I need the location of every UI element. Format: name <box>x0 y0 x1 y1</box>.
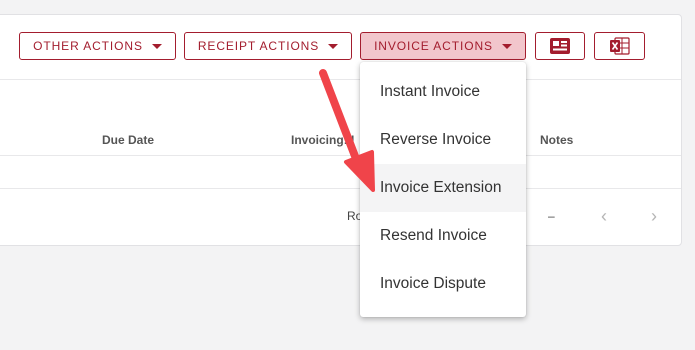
next-page-icon[interactable]: › <box>651 206 657 227</box>
menu-item-invoice-extension[interactable]: Invoice Extension <box>360 164 526 212</box>
invoice-actions-menu: Instant Invoice Reverse Invoice Invoice … <box>360 62 526 317</box>
column-header-due-date[interactable]: Due Date <box>102 133 154 147</box>
excel-export-button[interactable] <box>594 32 645 60</box>
invoice-actions-label: INVOICE ACTIONS <box>374 39 493 53</box>
page: OTHER ACTIONS RECEIPT ACTIONS INVOICE AC… <box>0 0 695 350</box>
card-view-icon <box>550 38 570 54</box>
toolbar-divider <box>0 79 681 80</box>
other-actions-button[interactable]: OTHER ACTIONS <box>19 32 176 60</box>
header-divider <box>0 155 681 156</box>
menu-item-reverse-invoice[interactable]: Reverse Invoice <box>360 116 526 164</box>
receipt-actions-label: RECEIPT ACTIONS <box>197 39 320 53</box>
caret-down-icon <box>501 44 512 49</box>
invoice-actions-button[interactable]: INVOICE ACTIONS <box>360 32 526 60</box>
menu-item-invoice-dispute[interactable]: Invoice Dispute <box>360 260 526 308</box>
caret-down-icon <box>151 44 162 49</box>
other-actions-label: OTHER ACTIONS <box>33 39 143 53</box>
prev-page-icon[interactable]: ‹ <box>601 206 607 227</box>
column-header-notes[interactable]: Notes <box>540 133 573 147</box>
notes-cell: – <box>548 209 555 223</box>
card-view-button[interactable] <box>535 32 585 60</box>
receipt-actions-button[interactable]: RECEIPT ACTIONS <box>184 32 352 60</box>
excel-export-icon <box>609 37 630 55</box>
column-header-invoicing[interactable]: Invoicing: I <box>291 133 359 147</box>
row-divider <box>0 188 681 189</box>
menu-item-resend-invoice[interactable]: Resend Invoice <box>360 212 526 260</box>
menu-item-instant-invoice[interactable]: Instant Invoice <box>360 68 526 116</box>
caret-down-icon <box>328 44 339 49</box>
